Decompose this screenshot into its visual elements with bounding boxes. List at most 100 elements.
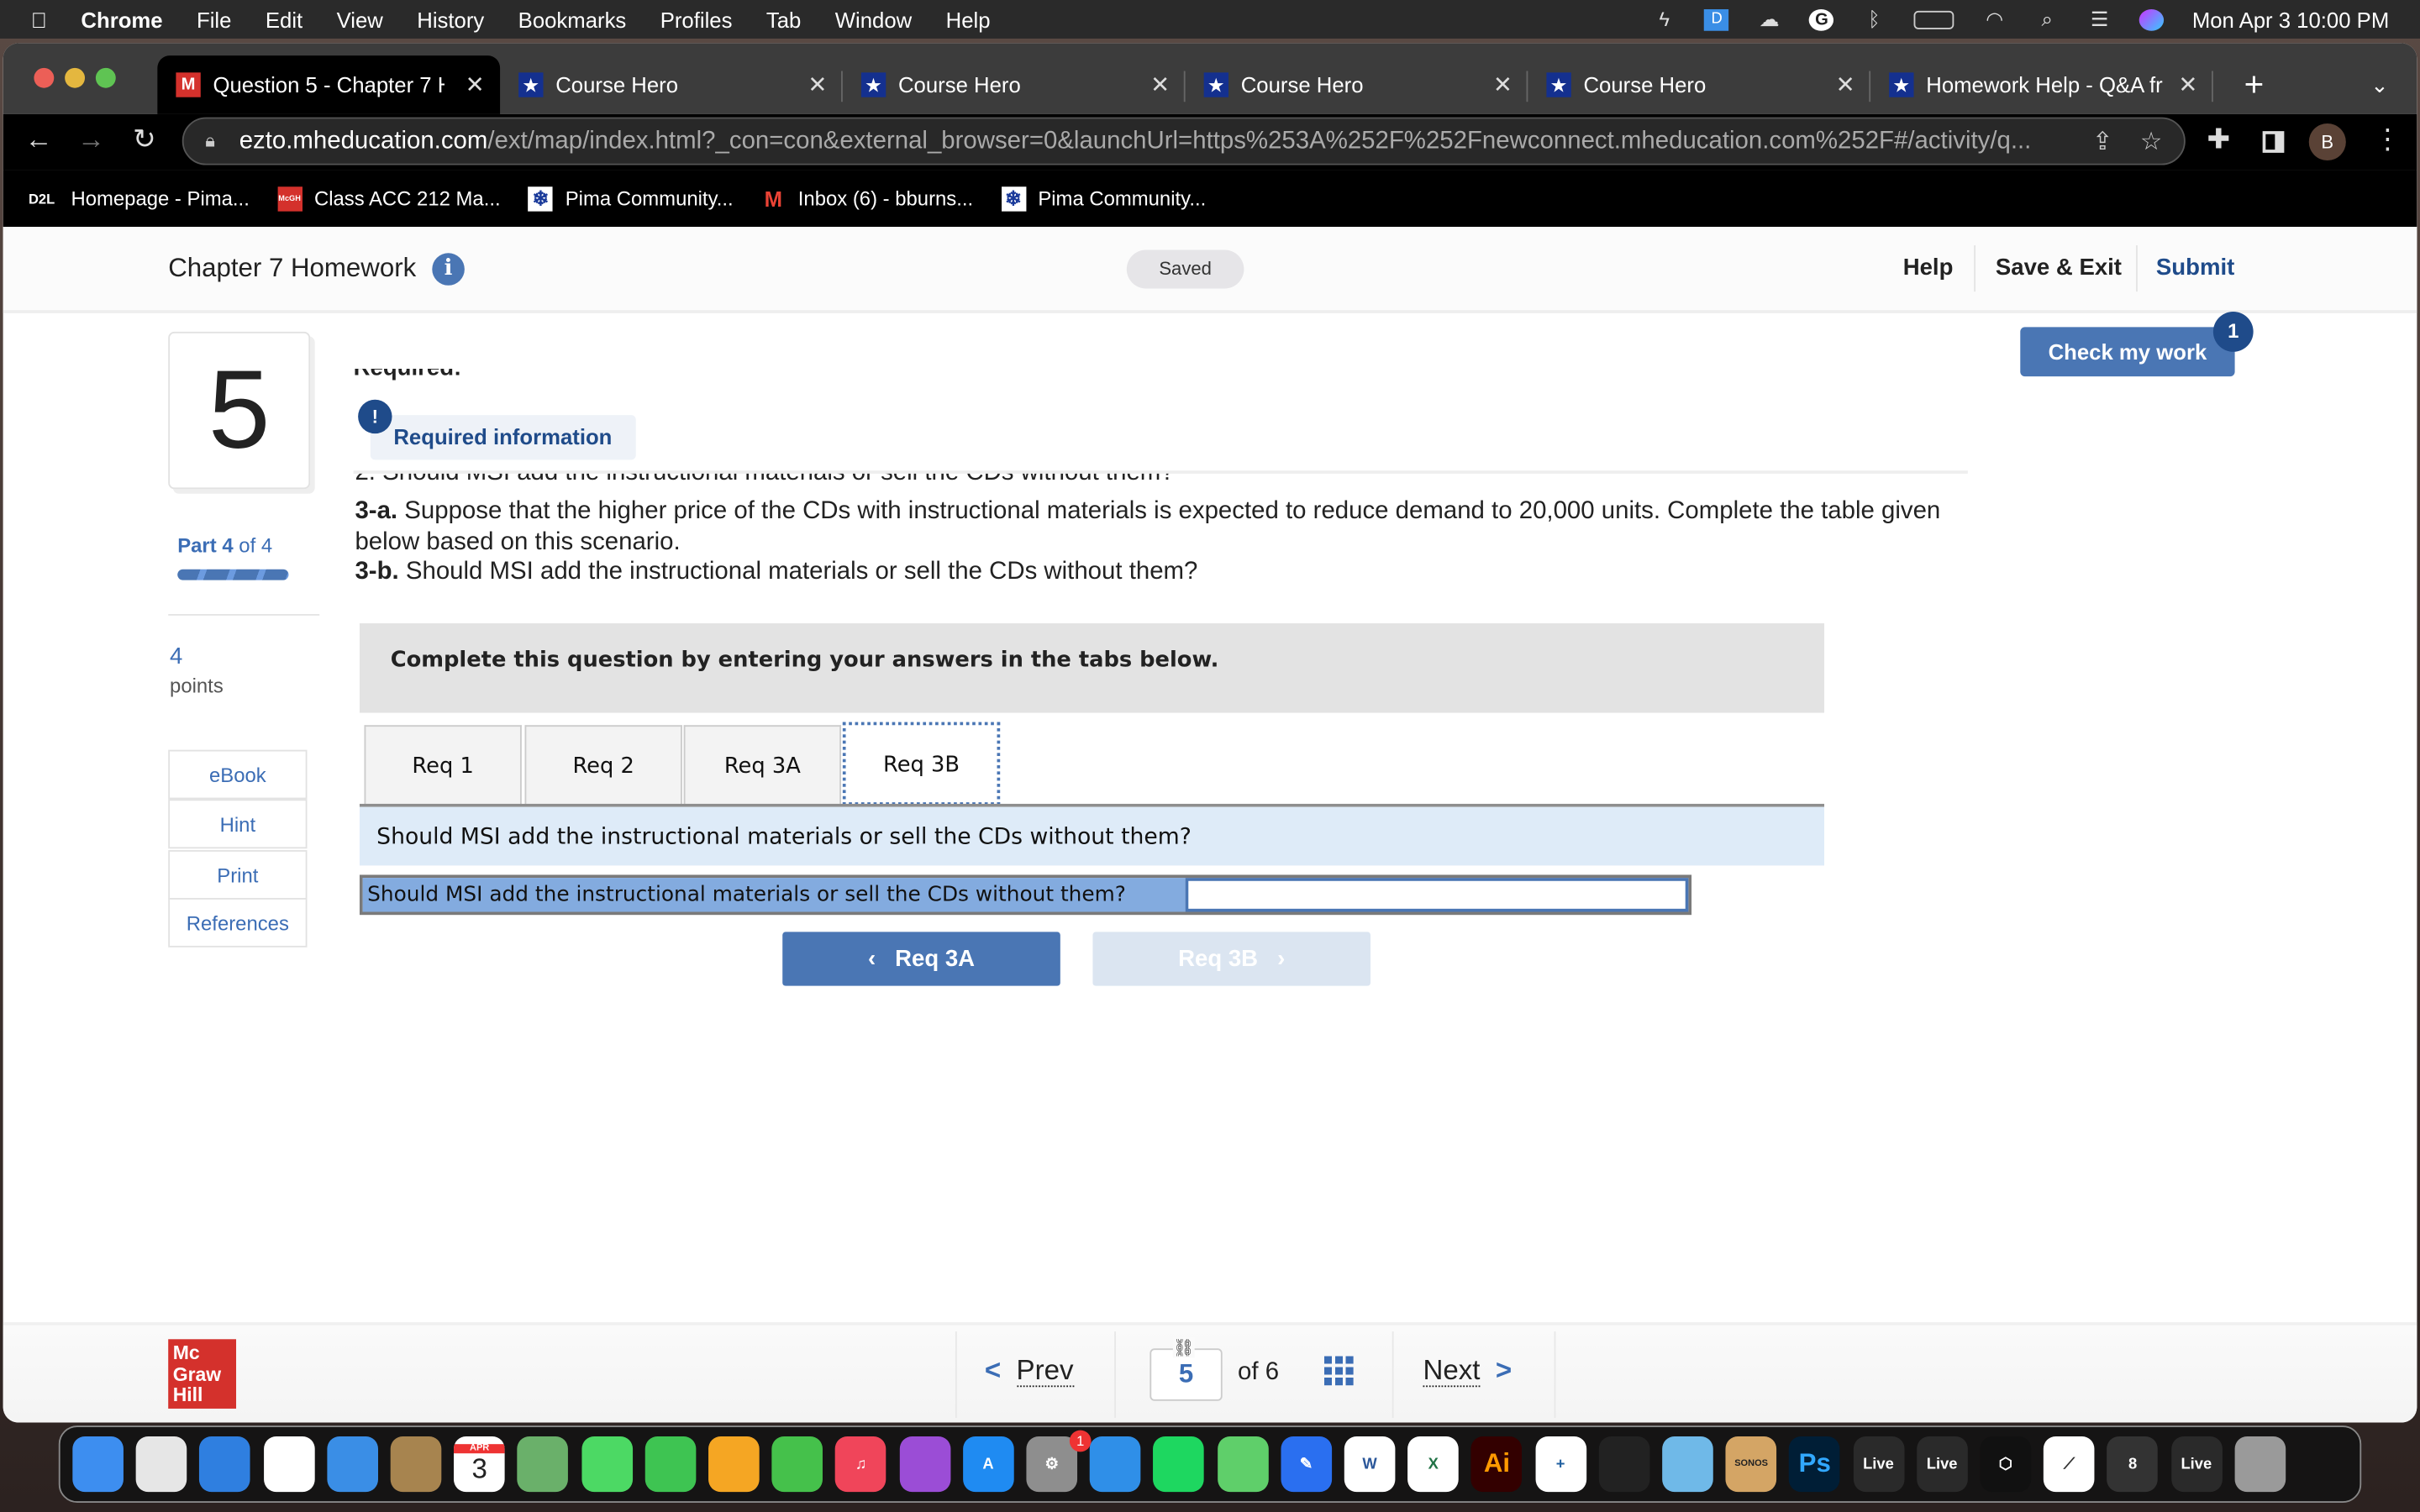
more-menu-icon[interactable]: ⋮	[2374, 123, 2402, 156]
dock-live-3-icon[interactable]: Live	[2170, 1436, 2223, 1493]
save-exit-button[interactable]: Save & Exit	[1996, 255, 2122, 281]
dock-find-my-icon[interactable]	[1217, 1436, 1269, 1493]
browser-tab-course-hero[interactable]: ★ Course Hero ✕	[1186, 55, 1528, 114]
close-tab-icon[interactable]: ✕	[466, 71, 485, 98]
dock-chrome-icon[interactable]	[135, 1436, 187, 1493]
browser-tab-course-hero[interactable]: ★ Course Hero ✕	[500, 55, 843, 114]
print-link[interactable]: Print	[168, 850, 308, 900]
wifi-icon[interactable]: ◠	[1982, 8, 2007, 30]
apple-icon[interactable]: 	[31, 7, 47, 31]
tab-req-2[interactable]: Req 2	[524, 725, 682, 806]
bluetooth-icon[interactable]: ᛒ	[1862, 8, 1886, 30]
dock-illustrator-icon[interactable]: Ai	[1471, 1436, 1523, 1493]
close-window-button[interactable]	[34, 67, 55, 88]
siri-icon[interactable]	[2139, 8, 2165, 30]
dock-pages-icon[interactable]	[708, 1436, 760, 1493]
dock-tableau-icon[interactable]: +	[1534, 1436, 1586, 1493]
dock-finder-icon[interactable]	[72, 1436, 124, 1493]
menu-profiles[interactable]: Profiles	[660, 7, 733, 31]
dock-reminders-icon[interactable]	[263, 1436, 314, 1493]
bookmark-class-acc[interactable]: McGH Class ACC 212 Ma...	[276, 186, 501, 211]
close-tab-icon[interactable]: ✕	[1150, 71, 1170, 98]
side-panel-icon[interactable]	[2262, 131, 2285, 153]
ebook-link[interactable]: eBook	[168, 749, 308, 800]
hint-link[interactable]: Hint	[168, 799, 308, 849]
dock-spotify-icon[interactable]	[1153, 1436, 1205, 1493]
bookmark-gmail[interactable]: M Inbox (6) - bburns...	[761, 186, 974, 210]
control-center-icon[interactable]: ☰	[2087, 8, 2112, 30]
dock-eight-icon[interactable]: 8	[2107, 1436, 2159, 1493]
menu-help[interactable]: Help	[946, 7, 991, 31]
dock-photoshop-icon[interactable]: Ps	[1789, 1436, 1841, 1493]
address-bar[interactable]: 🔒︎ ezto.mheducation.com/ext/map/index.ht…	[182, 117, 2186, 165]
browser-tab-course-hero[interactable]: ★ Course Hero ✕	[1528, 55, 1871, 114]
references-link[interactable]: References	[168, 897, 308, 948]
dock-word-icon[interactable]: W	[1344, 1436, 1396, 1493]
dock-live-2-icon[interactable]: Live	[1916, 1436, 1968, 1493]
menu-view[interactable]: View	[337, 7, 383, 31]
close-tab-icon[interactable]: ✕	[808, 71, 827, 98]
required-information-banner[interactable]: Required information	[370, 415, 636, 460]
reload-icon[interactable]: ↻	[133, 123, 156, 156]
menu-history[interactable]: History	[417, 7, 484, 31]
forward-arrow-icon[interactable]: →	[77, 123, 105, 156]
dock-podcasts-icon[interactable]	[899, 1436, 950, 1493]
dock-live-1-icon[interactable]: Live	[1853, 1436, 1904, 1493]
new-tab-button[interactable]: +	[2226, 55, 2265, 114]
next-question-button[interactable]: Next >	[1423, 1354, 1512, 1388]
bookmark-d2l[interactable]: D2L Homepage - Pima...	[24, 186, 250, 210]
back-arrow-icon[interactable]: ←	[24, 123, 52, 156]
bookmark-star-icon[interactable]: ☆	[2140, 126, 2162, 157]
menu-window[interactable]: Window	[835, 7, 912, 31]
dock-pencil-app-icon[interactable]: ✎	[1281, 1436, 1332, 1493]
menu-file[interactable]: File	[197, 7, 231, 31]
answer-dropdown[interactable]	[1185, 878, 1689, 912]
creative-cloud-icon[interactable]: ☁	[1757, 8, 1781, 30]
clock[interactable]: Mon Apr 3 10:00 PM	[2192, 7, 2389, 31]
dock-contacts-icon[interactable]	[390, 1436, 442, 1493]
dock-messages-icon[interactable]	[581, 1436, 633, 1493]
minimize-window-button[interactable]	[65, 67, 86, 88]
finder-d-icon[interactable]: D	[1704, 8, 1729, 30]
dock-facetime-icon[interactable]	[644, 1436, 696, 1493]
browser-tab-homework-help[interactable]: ★ Homework Help - Q&A fr ✕	[1870, 55, 2213, 114]
prev-question-button[interactable]: < Prev	[985, 1354, 1074, 1388]
dock-mail-icon[interactable]	[327, 1436, 378, 1493]
browser-tab-question[interactable]: M Question 5 - Chapter 7 H ✕	[157, 55, 501, 114]
close-tab-icon[interactable]: ✕	[1836, 71, 1855, 98]
dock-numbers-icon[interactable]	[771, 1436, 823, 1493]
shortcut-icon[interactable]: ϟ	[1652, 8, 1676, 30]
dock-unity-icon[interactable]: ⬡	[1980, 1436, 2032, 1493]
submit-button[interactable]: Submit	[2156, 255, 2234, 281]
prev-req-3a-button[interactable]: ‹ Req 3A	[782, 932, 1060, 986]
bookmark-pima[interactable]: ❄ Pima Community...	[528, 186, 734, 211]
dock-music-icon[interactable]: ♫	[835, 1436, 887, 1493]
dock-app-store-icon[interactable]: A	[962, 1436, 1014, 1493]
close-tab-icon[interactable]: ✕	[2178, 71, 2197, 98]
dock-keynote-icon[interactable]	[1090, 1436, 1141, 1493]
check-my-work-button[interactable]: Check my work	[2020, 327, 2235, 377]
dock-linear-icon[interactable]: ⟋	[2044, 1436, 2095, 1493]
battery-icon[interactable]	[1914, 9, 1954, 29]
dock-trash-icon[interactable]	[2234, 1436, 2286, 1493]
help-button[interactable]: Help	[1903, 255, 1954, 281]
menu-tab[interactable]: Tab	[766, 7, 801, 31]
grammarly-icon[interactable]: G	[1809, 8, 1834, 30]
search-icon[interactable]: ⌕	[2034, 8, 2059, 30]
dock-calendar-icon[interactable]: APR 3	[454, 1436, 505, 1493]
tab-search-chevron-down-icon[interactable]: ⌄	[2352, 55, 2389, 114]
menu-bookmarks[interactable]: Bookmarks	[518, 7, 627, 31]
extensions-puzzle-icon[interactable]: ✚	[2207, 123, 2231, 156]
grid-view-icon[interactable]	[1323, 1356, 1354, 1386]
zoom-window-button[interactable]	[95, 67, 116, 88]
tab-req-3b[interactable]: Req 3B	[842, 722, 1001, 806]
share-icon[interactable]: ⇪	[2092, 126, 2113, 157]
dock-color-app-icon[interactable]	[1598, 1436, 1650, 1493]
dock-maps-icon[interactable]	[518, 1436, 569, 1493]
close-tab-icon[interactable]: ✕	[1493, 71, 1512, 98]
dock-sonos-icon[interactable]: SONOS	[1725, 1436, 1777, 1493]
bookmark-pima[interactable]: ❄ Pima Community...	[1001, 186, 1206, 211]
info-icon[interactable]: i	[432, 253, 465, 286]
menu-edit[interactable]: Edit	[266, 7, 302, 31]
tab-req-3a[interactable]: Req 3A	[683, 725, 842, 806]
